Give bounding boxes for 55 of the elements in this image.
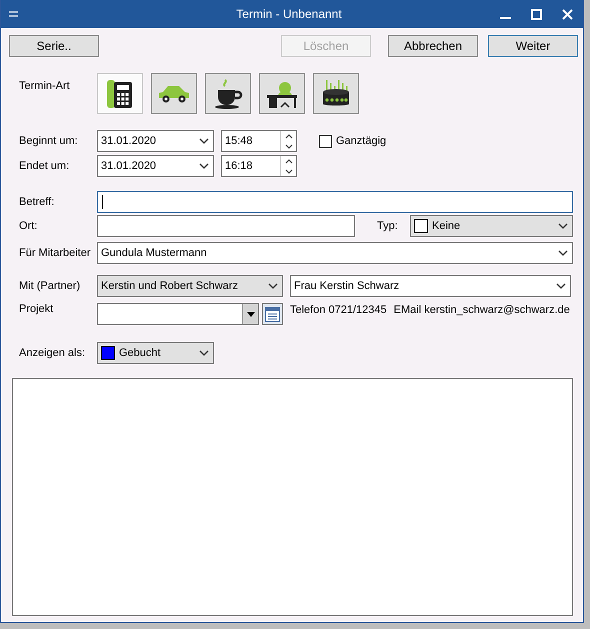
appointment-type-button[interactable] bbox=[151, 73, 197, 114]
chevron-down-icon bbox=[199, 350, 209, 356]
field-label: Betreff: bbox=[19, 196, 56, 208]
chevron-down-icon bbox=[284, 168, 292, 174]
triangle-down-icon bbox=[246, 312, 254, 316]
dialog-button[interactable]: Abbrechen bbox=[388, 35, 478, 57]
car-icon bbox=[157, 84, 191, 104]
checkbox-label[interactable]: Ganztägig bbox=[336, 135, 386, 147]
appointment-type-button[interactable] bbox=[259, 73, 305, 114]
field-label: Termin-Art bbox=[19, 79, 71, 92]
dropdown-button[interactable] bbox=[242, 304, 258, 324]
field-label: Für Mitarbeiter bbox=[19, 247, 92, 259]
chevron-down-icon bbox=[199, 138, 209, 144]
field-label: Ort: bbox=[19, 220, 38, 232]
menu-icon[interactable] bbox=[9, 11, 18, 17]
field-label: Endet um: bbox=[19, 160, 70, 172]
field-label: Typ: bbox=[377, 220, 399, 232]
chevron-down-icon bbox=[284, 144, 292, 148]
chevron-down-icon bbox=[558, 250, 568, 256]
chevron-up-icon bbox=[284, 158, 292, 164]
chevron-down-icon bbox=[558, 223, 568, 229]
checkbox[interactable] bbox=[319, 134, 332, 148]
close-icon[interactable] bbox=[562, 8, 573, 20]
field-label: Mit (Partner) bbox=[19, 280, 82, 292]
dialog-button[interactable]: Weiter bbox=[488, 35, 578, 57]
location-field[interactable] bbox=[97, 215, 355, 237]
date-dropdown[interactable]: 31.01.2020 bbox=[97, 155, 214, 177]
employee-dropdown[interactable]: Gundula Mustermann bbox=[97, 242, 573, 264]
list-icon bbox=[265, 306, 280, 322]
window-title: Termin - Unbenannt bbox=[235, 7, 343, 21]
project-field[interactable] bbox=[97, 303, 259, 325]
appointment-type-button[interactable] bbox=[205, 73, 251, 114]
field-label: Projekt bbox=[19, 303, 54, 315]
partner-dropdown[interactable]: Kerstin und Robert Schwarz bbox=[97, 275, 283, 297]
time-field[interactable]: 16:18 bbox=[221, 155, 297, 177]
date-dropdown[interactable]: 31.01.2020 bbox=[97, 130, 214, 152]
chevron-down-icon bbox=[556, 283, 566, 289]
coffee-cup-icon bbox=[212, 78, 244, 110]
contact-phone: Telefon 0721/12345 bbox=[290, 303, 387, 316]
subject-field[interactable] bbox=[97, 191, 573, 213]
chevron-down-icon bbox=[268, 283, 278, 289]
contact-dropdown[interactable]: Frau Kerstin Schwarz bbox=[290, 275, 571, 297]
appointment-type-button[interactable] bbox=[313, 73, 359, 114]
time-field[interactable]: 15:48 bbox=[221, 130, 297, 152]
chevron-up-icon bbox=[284, 134, 292, 138]
chevron-down-icon bbox=[199, 163, 209, 169]
field-label: Anzeigen als: bbox=[19, 347, 86, 359]
maximize-icon[interactable] bbox=[531, 8, 542, 20]
field-label: Beginnt um: bbox=[19, 135, 79, 147]
contact-email: EMail kerstin_schwarz@schwarz.de bbox=[394, 303, 570, 316]
type-dropdown[interactable]: Keine bbox=[410, 215, 573, 237]
show-as-dropdown[interactable]: Gebucht bbox=[97, 342, 214, 364]
list-button[interactable] bbox=[262, 303, 283, 325]
appointment-type-button[interactable] bbox=[97, 73, 143, 114]
dialog-button[interactable]: Serie.. bbox=[9, 35, 99, 57]
